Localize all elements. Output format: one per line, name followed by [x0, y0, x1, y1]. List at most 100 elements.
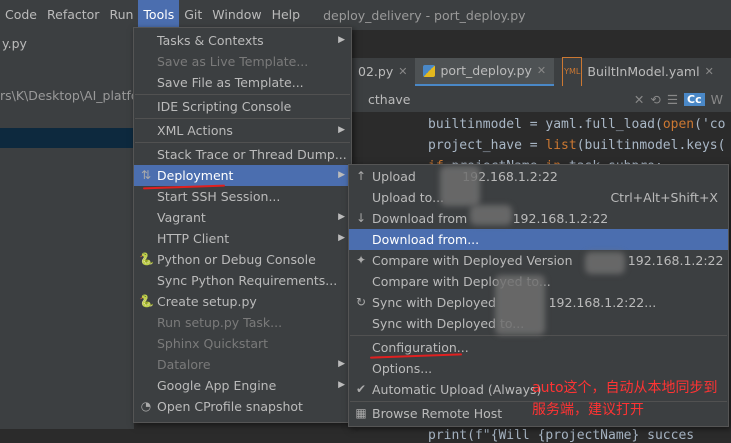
upload-icon: ↑ [355, 169, 367, 183]
menu-window[interactable]: Window [207, 0, 266, 30]
menu-run[interactable]: Run [104, 0, 138, 30]
open-cprofile-snapshot-icon: ◔ [140, 399, 152, 413]
tools-menu: Tasks & Contexts ▶ Save as Live Template..… [133, 27, 352, 423]
menu-item-label: Upload [372, 169, 416, 184]
submenu-arrow-icon: ▶ [338, 380, 345, 390]
menu-item-xml-actions[interactable]: XML Actions ▶ [134, 120, 351, 141]
menu-item-create-setup-py[interactable]: 🐍 Create setup.py [134, 291, 351, 312]
editor-tab[interactable]: YML BuiltInModel.yaml ✕ [554, 57, 722, 87]
menu-item-label: Save File as Template... [157, 75, 304, 90]
close-tab-icon[interactable]: ✕ [537, 57, 546, 85]
search-input[interactable]: cthave [368, 92, 410, 107]
menu-item-stack-trace-or-thread-dump[interactable]: Stack Trace or Thread Dump... [134, 144, 351, 165]
menu-item-label: Download from... [372, 232, 480, 247]
menu-item-label: Download from [372, 211, 468, 226]
host-address: 192.168.1.2:22 [512, 211, 609, 226]
code-line: print(f"{Will {projectName} succes [428, 428, 695, 443]
menu-item-ide-scripting-console[interactable]: IDE Scripting Console [134, 96, 351, 117]
redaction-blur [495, 275, 545, 335]
filter-icon[interactable]: ☰ [667, 92, 678, 107]
menu-item-label: Open CProfile snapshot [157, 399, 303, 414]
menu-item-label: Create setup.py [157, 294, 257, 309]
editor-tab[interactable]: 02.py ✕ [350, 58, 415, 86]
menu-item-label: Python or Debug Console [157, 252, 316, 267]
menu-item-label: Sync Python Requirements... [157, 273, 338, 288]
menu-item-python-or-debug-console[interactable]: 🐍 Python or Debug Console [134, 249, 351, 270]
redaction-blur [470, 205, 512, 225]
menu-item-label: Compare with Deployed Version [372, 253, 573, 268]
menu-refactor[interactable]: Refactor [42, 0, 104, 30]
menu-item-label: Vagrant [157, 210, 206, 225]
code-line: project_have = list(builtinmodel.keys( [428, 138, 726, 153]
menu-item-label: Automatic Upload (Always) [372, 382, 542, 397]
menu-item-label: XML Actions [157, 123, 233, 138]
python-file-icon [423, 65, 436, 77]
menu-item-start-ssh-session[interactable]: Start SSH Session... [134, 186, 351, 207]
menu-item-label: Browse Remote Host [372, 406, 503, 421]
menu-item-label: Sphinx Quickstart [157, 336, 269, 351]
selected-tree-row[interactable] [0, 128, 134, 148]
menu-item-label: Sync with Deployed [372, 295, 496, 310]
menu-item-open-cprofile-snapshot[interactable]: ◔ Open CProfile snapshot [134, 396, 351, 417]
download-from-icon: ↓ [355, 211, 367, 225]
host-address: 192.168.1.2:22 [627, 253, 724, 268]
sync-with-deployed-icon: ↻ [355, 295, 367, 309]
shortcut-label: Ctrl+Alt+Shift+X [610, 190, 718, 205]
submenu-arrow-icon: ▶ [338, 212, 345, 222]
yaml-file-icon: YML [562, 57, 583, 87]
menu-item-label: Save as Live Template... [157, 54, 309, 69]
python-or-debug-console-icon: 🐍 [139, 252, 154, 266]
menu-item-label: Start SSH Session... [157, 189, 281, 204]
deployment-icon: ⇅ [140, 168, 152, 182]
menu-item-vagrant[interactable]: Vagrant ▶ [134, 207, 351, 228]
editor-tabs: 02.py ✕ port_deploy.py ✕ YML BuiltInModel.yam… [350, 57, 731, 87]
project-path: rs\K\Desktop\AI_platfo [0, 88, 134, 103]
menu-separator [135, 118, 350, 119]
menu-item-datalore: Datalore ▶ [134, 354, 351, 375]
submenu-arrow-icon: ▶ [338, 125, 345, 135]
annotation-note: auto这个，自动从本地同步到服务端，建议打开 [532, 380, 718, 418]
menu-code[interactable]: Code [0, 0, 42, 30]
submenu-arrow-icon: ▶ [338, 35, 345, 45]
menu-item-compare-with-deployed-version[interactable]: ✦ Compare with Deployed Version 192.168.1.… [349, 250, 728, 271]
menu-item-save-file-as-template[interactable]: Save File as Template... [134, 72, 351, 93]
menu-item-sync-python-requirements[interactable]: Sync Python Requirements... [134, 270, 351, 291]
regex-history-icon[interactable]: ⟲ [650, 92, 660, 107]
menu-separator [350, 335, 727, 336]
close-tab-icon[interactable]: ✕ [705, 58, 714, 86]
close-tab-icon[interactable]: ✕ [398, 58, 407, 86]
clear-search-icon[interactable]: ✕ [634, 92, 644, 107]
project-file-label: y.py [0, 30, 136, 58]
menu-item-options[interactable]: Options... [349, 358, 728, 379]
match-word-button[interactable]: W [711, 92, 723, 107]
menu-item-download-from[interactable]: ↓ Download from 192.168.1.2:22 [349, 208, 728, 229]
menu-item-google-app-engine[interactable]: Google App Engine ▶ [134, 375, 351, 396]
menu-item-label: Stack Trace or Thread Dump... [157, 147, 347, 162]
menu-item-save-as-live-template: Save as Live Template... [134, 51, 351, 72]
tab-label: port_deploy.py [440, 63, 532, 78]
create-setup-py-icon: 🐍 [139, 294, 154, 308]
menu-item-upload[interactable]: ↑ Upload 192.168.1.2:22 [349, 166, 728, 187]
menu-item-upload-to[interactable]: Upload to... Ctrl+Alt+Shift+X [349, 187, 728, 208]
menu-item-deployment[interactable]: ⇅ Deployment ▶ [134, 165, 351, 186]
menu-item-download-from[interactable]: Download from... [349, 229, 728, 250]
menu-item-label: Run setup.py Task... [157, 315, 283, 330]
menu-git[interactable]: Git [179, 0, 207, 30]
menu-separator [135, 94, 350, 95]
tab-label: BuiltInModel.yaml [587, 64, 700, 79]
menu-item-http-client[interactable]: HTTP Client ▶ [134, 228, 351, 249]
redaction-blur [585, 252, 625, 274]
menu-help[interactable]: Help [267, 0, 306, 30]
menu-item-run-setup-py-task: Run setup.py Task... [134, 312, 351, 333]
project-panel: rs\K\Desktop\AI_platfo [0, 58, 134, 429]
editor-tab[interactable]: port_deploy.py ✕ [415, 57, 555, 86]
match-case-button[interactable]: Cc [684, 92, 705, 106]
menu-item-tasks-contexts[interactable]: Tasks & Contexts ▶ [134, 30, 351, 51]
window-title: deploy_delivery - port_deploy.py [323, 7, 526, 23]
menu-item-label: Upload to... [372, 190, 445, 205]
menu-tools[interactable]: Tools [138, 0, 180, 30]
menu-item-sphinx-quickstart: Sphinx Quickstart [134, 333, 351, 354]
code-line: builtinmodel = yaml.full_load(open('co [428, 117, 726, 132]
automatic-upload-always-icon: ✔ [355, 382, 367, 396]
submenu-arrow-icon: ▶ [338, 359, 345, 369]
